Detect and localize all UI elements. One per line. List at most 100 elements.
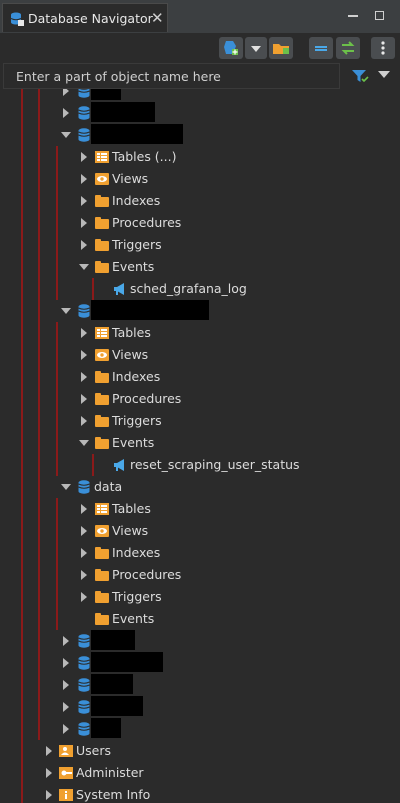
collapsed-arrow-icon[interactable]	[81, 416, 87, 426]
tree-item-db-database[interactable]	[0, 652, 400, 674]
tree-item-event-reset-scraping-user-status[interactable]: reset_scraping_user_status	[0, 454, 400, 476]
tree-item-db-database[interactable]	[0, 718, 400, 740]
tree-item-folder-views[interactable]: Views	[0, 168, 400, 190]
expanded-arrow-icon[interactable]	[79, 264, 89, 270]
tree-guide-line	[38, 498, 40, 520]
collapsed-arrow-icon[interactable]	[63, 636, 69, 646]
expanded-arrow-icon[interactable]	[61, 484, 71, 490]
tree-item-folder-tables[interactable]: Tables	[0, 322, 400, 344]
tree-item-folder-tables[interactable]: Tables (...)	[0, 146, 400, 168]
filter-button[interactable]	[350, 67, 370, 85]
minimize-button[interactable]	[344, 8, 362, 24]
collapsed-arrow-icon[interactable]	[46, 746, 52, 756]
collapsed-arrow-icon[interactable]	[63, 680, 69, 690]
tree-guide-line	[21, 102, 23, 124]
new-connection-button[interactable]	[219, 37, 243, 59]
tree-guide-line	[21, 366, 23, 388]
tree-item-folder-indexes[interactable]: Indexes	[0, 366, 400, 388]
tree-item-db-database[interactable]	[0, 89, 400, 102]
database-icon	[76, 127, 92, 143]
expanded-arrow-icon[interactable]	[61, 308, 71, 314]
tree-item-label: Procedures	[112, 391, 182, 406]
tree-item-folder-events[interactable]: Events	[0, 432, 400, 454]
tree-guide-line	[38, 696, 40, 718]
collapsed-arrow-icon[interactable]	[46, 768, 52, 778]
tree-item-event-sched-grafana-log[interactable]: sched_grafana_log	[0, 278, 400, 300]
collapsed-arrow-icon[interactable]	[81, 152, 87, 162]
tree-item-label: Tables (...)	[112, 149, 177, 164]
tree-item-folder-indexes[interactable]: Indexes	[0, 190, 400, 212]
tree-guide-line	[21, 322, 23, 344]
collapsed-arrow-icon[interactable]	[81, 504, 87, 514]
tree-guide-line	[56, 498, 58, 520]
collapsed-arrow-icon[interactable]	[81, 350, 87, 360]
collapse-all-button[interactable]	[309, 37, 333, 59]
tree-guide-line	[21, 564, 23, 586]
tree-guide-line	[56, 344, 58, 366]
expanded-arrow-icon[interactable]	[61, 132, 71, 138]
tree-guide-line	[38, 322, 40, 344]
collapsed-arrow-icon[interactable]	[81, 240, 87, 250]
tree-item-db-data[interactable]: data	[0, 476, 400, 498]
collapsed-arrow-icon[interactable]	[81, 372, 87, 382]
collapsed-arrow-icon[interactable]	[63, 108, 69, 118]
tree-item-db-database[interactable]	[0, 124, 400, 146]
collapsed-arrow-icon[interactable]	[63, 702, 69, 712]
tree-guide-line	[56, 234, 58, 256]
views-icon	[94, 347, 110, 363]
tree-item-folder-procedures[interactable]: Procedures	[0, 388, 400, 410]
tree-guide-line	[21, 762, 23, 784]
collapsed-arrow-icon[interactable]	[63, 89, 69, 96]
tree-item-folder-tables[interactable]: Tables	[0, 498, 400, 520]
object-name-filter-input[interactable]	[4, 64, 339, 88]
tree-guide-line	[38, 366, 40, 388]
collapsed-arrow-icon[interactable]	[81, 218, 87, 228]
tree-item-folder-events[interactable]: Events	[0, 256, 400, 278]
tree-item-folder-triggers[interactable]: Triggers	[0, 586, 400, 608]
view-menu-button[interactable]	[371, 37, 395, 59]
collapsed-arrow-icon[interactable]	[63, 724, 69, 734]
collapsed-arrow-icon[interactable]	[81, 570, 87, 580]
tab-database-navigator[interactable]: Database Navigator ✕	[2, 3, 168, 32]
administer-icon	[58, 765, 74, 781]
chevron-down-icon	[251, 46, 261, 52]
tree-item-root-system-info[interactable]: System Info	[0, 784, 400, 803]
maximize-button[interactable]	[372, 8, 388, 24]
new-folder-button[interactable]	[269, 37, 293, 59]
tree-item-folder-indexes[interactable]: Indexes	[0, 542, 400, 564]
tree-item-root-administer[interactable]: Administer	[0, 762, 400, 784]
tree-guide-line	[56, 278, 58, 300]
filter-menu-chevron-icon[interactable]	[378, 71, 390, 78]
tree-item-folder-procedures[interactable]: Procedures	[0, 564, 400, 586]
tree-guide-line	[21, 498, 23, 520]
collapsed-arrow-icon[interactable]	[81, 394, 87, 404]
tree-item-db-database[interactable]	[0, 674, 400, 696]
tree-item-folder-views[interactable]: Views	[0, 344, 400, 366]
tree-item-folder-triggers[interactable]: Triggers	[0, 410, 400, 432]
view-title-bar: Database Navigator ✕	[0, 0, 400, 33]
tree-guide-line	[56, 454, 58, 476]
database-icon	[76, 677, 92, 693]
close-icon[interactable]: ✕	[151, 9, 164, 27]
collapsed-arrow-icon[interactable]	[46, 790, 52, 800]
link-with-editor-button[interactable]	[336, 37, 360, 59]
tree-item-db-database[interactable]	[0, 630, 400, 652]
tree-item-folder-events[interactable]: Events	[0, 608, 400, 630]
new-connection-menu-button[interactable]	[245, 37, 267, 59]
collapsed-arrow-icon[interactable]	[81, 328, 87, 338]
collapsed-arrow-icon[interactable]	[81, 196, 87, 206]
tree-item-root-users[interactable]: Users	[0, 740, 400, 762]
collapsed-arrow-icon[interactable]	[63, 658, 69, 668]
tree-guide-line	[38, 608, 40, 630]
tree-item-folder-triggers[interactable]: Triggers	[0, 234, 400, 256]
collapsed-arrow-icon[interactable]	[81, 174, 87, 184]
expanded-arrow-icon[interactable]	[79, 440, 89, 446]
tree-item-folder-procedures[interactable]: Procedures	[0, 212, 400, 234]
tree-item-db-database[interactable]	[0, 102, 400, 124]
collapsed-arrow-icon[interactable]	[81, 526, 87, 536]
collapsed-arrow-icon[interactable]	[81, 592, 87, 602]
tree-item-folder-views[interactable]: Views	[0, 520, 400, 542]
tree-item-db-database[interactable]	[0, 300, 400, 322]
collapsed-arrow-icon[interactable]	[81, 548, 87, 558]
tree-item-db-database[interactable]	[0, 696, 400, 718]
